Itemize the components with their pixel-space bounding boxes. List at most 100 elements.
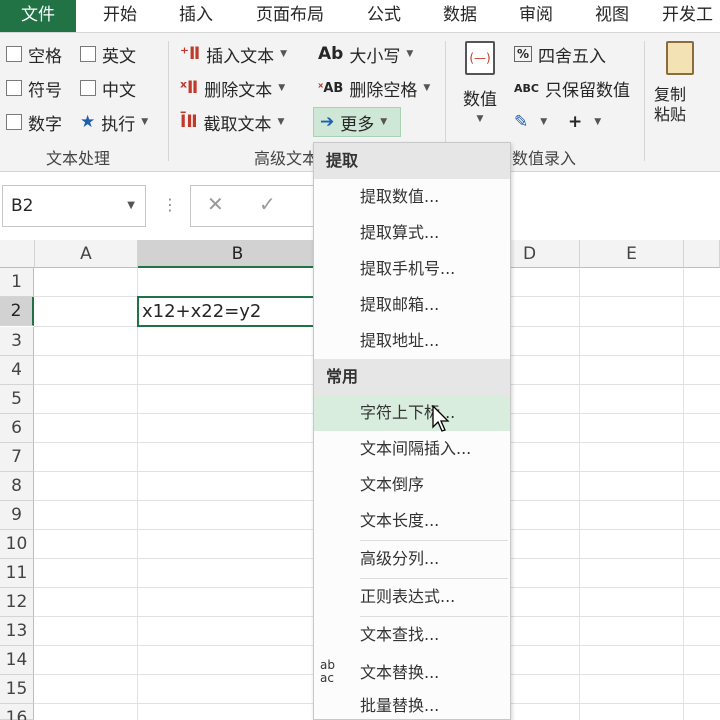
number-button[interactable]: (—) 数值 ▼ <box>458 41 502 141</box>
row-header-15[interactable]: 15 <box>0 675 34 704</box>
delete-text-button[interactable]: ˣⅡ 删除文本 ▼ <box>180 73 285 103</box>
clipboard-icon <box>666 41 694 75</box>
chevron-down-icon: ▼ <box>540 117 548 127</box>
row-header-6[interactable]: 6 <box>0 414 34 443</box>
menu-item-regex[interactable]: 正则表达式... <box>314 579 510 615</box>
percent-icon: % <box>514 46 533 62</box>
checkbox-icon <box>80 80 96 96</box>
row-header-13[interactable]: 13 <box>0 617 34 646</box>
checkbox-icon <box>80 46 96 62</box>
add-button[interactable]: + ▼ <box>568 107 601 137</box>
row-header-11[interactable]: 11 <box>0 559 34 588</box>
row-header-9[interactable]: 9 <box>0 501 34 530</box>
select-all-corner[interactable] <box>0 240 35 268</box>
ribbon-tab-bar: 文件 开始 插入 页面布局 公式 数据 审阅 视图 开发工 <box>0 0 720 32</box>
menu-item-text-reverse[interactable]: 文本倒序 <box>314 467 510 503</box>
row-header-4[interactable]: 4 <box>0 356 34 385</box>
cell-b2[interactable]: x12+x22=y2 <box>137 296 337 327</box>
chevron-down-icon: ▼ <box>406 49 414 59</box>
tab-review[interactable]: 审阅 <box>508 0 564 32</box>
group-divider <box>644 41 645 161</box>
column-header-e[interactable]: E <box>580 240 684 268</box>
cancel-icon[interactable]: ✕ <box>207 192 224 216</box>
menu-item-text-interval-insert[interactable]: 文本间隔插入... <box>314 431 510 467</box>
row-header-1[interactable]: 1 <box>0 268 34 297</box>
menu-item-extract-email[interactable]: 提取邮箱... <box>314 287 510 323</box>
replace-ab-ac-icon: ab ac <box>320 658 335 685</box>
menu-item-text-replace[interactable]: ab ac 文本替换... <box>314 655 510 691</box>
menu-item-batch-replace[interactable]: 批量替换... <box>314 691 510 720</box>
tab-view[interactable]: 视图 <box>584 0 640 32</box>
column-header-f[interactable] <box>684 240 720 268</box>
chevron-down-icon: ▼ <box>380 117 388 127</box>
tab-insert[interactable]: 插入 <box>168 0 224 32</box>
menu-item-extract-address[interactable]: 提取地址... <box>314 323 510 359</box>
chevron-down-icon: ▼ <box>594 117 602 127</box>
name-box[interactable]: B2 ▼ <box>2 185 146 227</box>
abc-icon: ABC <box>514 81 539 95</box>
menu-item-advanced-split[interactable]: 高级分列... <box>314 541 510 577</box>
group-divider <box>168 41 169 161</box>
number-checkbox[interactable]: 数字 <box>6 107 62 137</box>
row-header-10[interactable]: 10 <box>0 530 34 559</box>
case-button[interactable]: Ab 大小写 ▼ <box>318 39 413 69</box>
menu-item-extract-formula[interactable]: 提取算式... <box>314 215 510 251</box>
star-icon: ★ <box>80 112 96 132</box>
menu-item-superscript-subscript[interactable]: 字符上下标... <box>314 395 510 431</box>
confirm-icon[interactable]: ✓ <box>259 192 276 216</box>
row-header-5[interactable]: 5 <box>0 385 34 414</box>
row-header-16[interactable]: 16 <box>0 704 34 720</box>
remove-space-icon: ˣAB <box>318 80 344 96</box>
checkbox-icon <box>6 80 22 96</box>
row-header-7[interactable]: 7 <box>0 443 34 472</box>
tab-formulas[interactable]: 公式 <box>356 0 412 32</box>
tab-developer[interactable]: 开发工 <box>662 0 720 32</box>
execute-button[interactable]: ★ 执行 ▼ <box>80 107 148 137</box>
chevron-down-icon: ▼ <box>423 83 431 93</box>
chevron-down-icon: ▼ <box>127 200 135 211</box>
menu-item-extract-phone[interactable]: 提取手机号... <box>314 251 510 287</box>
menu-item-extract-number[interactable]: 提取数值... <box>314 179 510 215</box>
plus-icon: + <box>568 112 583 132</box>
row-header-3[interactable]: 3 <box>0 327 34 356</box>
chevron-down-icon: ▼ <box>476 114 484 124</box>
english-checkbox[interactable]: 英文 <box>80 39 136 69</box>
tab-data[interactable]: 数据 <box>432 0 488 32</box>
row-header-2[interactable]: 2 <box>0 297 34 326</box>
copy-paste-button[interactable]: 复制粘贴 <box>654 41 720 141</box>
symbol-checkbox[interactable]: 符号 <box>6 73 62 103</box>
more-options-icon[interactable]: ⋮ <box>162 195 178 214</box>
remove-space-button[interactable]: ˣAB 删除空格 ▼ <box>318 73 430 103</box>
more-button[interactable]: ➔ 更多 ▼ <box>313 107 401 137</box>
row-header-12[interactable]: 12 <box>0 588 34 617</box>
column-header-b[interactable]: B <box>138 240 338 268</box>
arrow-right-icon: ➔ <box>320 112 335 132</box>
row-header-8[interactable]: 8 <box>0 472 34 501</box>
menu-section-common: 常用 <box>314 359 510 395</box>
space-checkbox[interactable]: 空格 <box>6 39 62 69</box>
tab-file[interactable]: 文件 <box>0 0 76 32</box>
case-icon: Ab <box>318 44 344 64</box>
menu-section-extract: 提取 <box>314 143 510 179</box>
chevron-down-icon: ▼ <box>280 49 288 59</box>
row-header-14[interactable]: 14 <box>0 646 34 675</box>
chevron-down-icon: ▼ <box>141 117 149 127</box>
text-group-label: 文本处理 <box>46 149 111 168</box>
column-header-a[interactable]: A <box>35 240 138 268</box>
delete-text-icon: ˣⅡ <box>180 78 199 98</box>
tab-page-layout[interactable]: 页面布局 <box>248 0 332 32</box>
edit-button[interactable]: ✎ ▼ <box>514 107 547 137</box>
gridline <box>683 268 684 720</box>
tab-home[interactable]: 开始 <box>92 0 148 32</box>
keep-number-button[interactable]: ABC 只保留数值 <box>514 73 630 103</box>
menu-item-text-length[interactable]: 文本长度... <box>314 503 510 539</box>
number-doc-icon: (—) <box>465 41 495 75</box>
round-button[interactable]: % 四舍五入 <box>514 39 606 69</box>
insert-text-button[interactable]: ⁺Ⅱ 插入文本 ▼ <box>180 39 287 69</box>
chevron-down-icon: ▼ <box>278 83 286 93</box>
advanced-group-label: 高级文本 <box>254 149 319 168</box>
chinese-checkbox[interactable]: 中文 <box>80 73 136 103</box>
gridline <box>579 268 580 720</box>
menu-item-text-find[interactable]: 文本查找... <box>314 617 510 653</box>
truncate-text-button[interactable]: ĪⅡ 截取文本 ▼ <box>180 107 284 137</box>
